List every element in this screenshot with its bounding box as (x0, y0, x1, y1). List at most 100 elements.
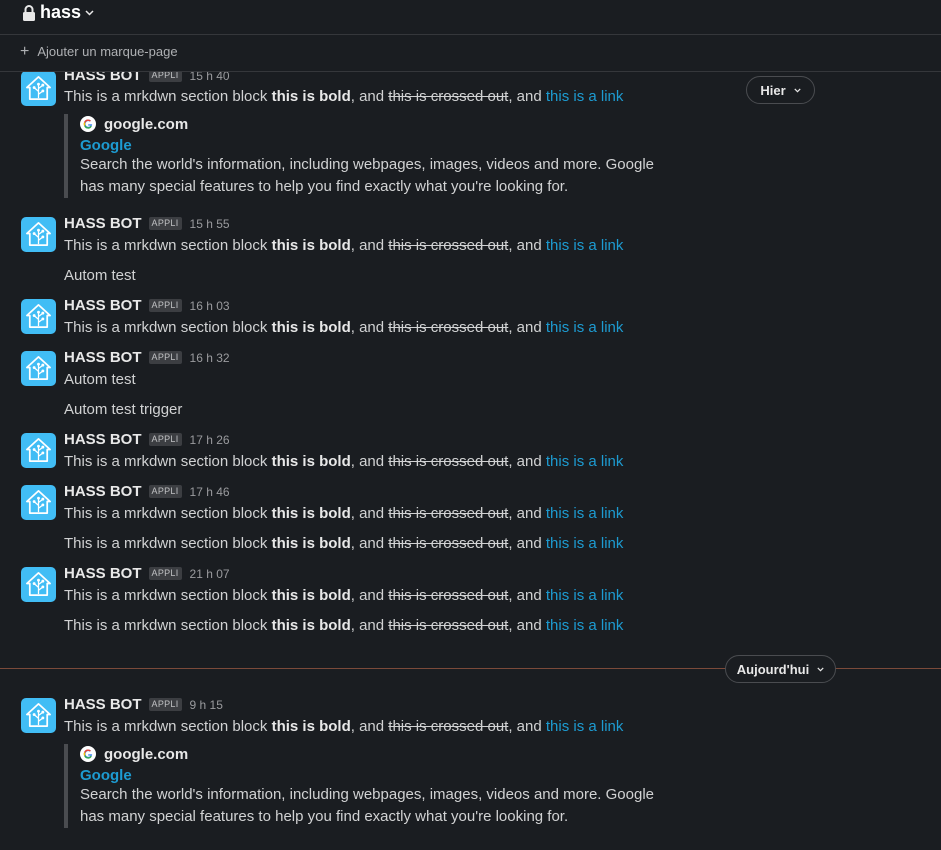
text-prefix: This is a mrkdwn section block (64, 587, 272, 604)
text-and: , and (508, 718, 546, 735)
unfurl-description: Search the world's information, includin… (80, 786, 655, 825)
unfurl-title-link[interactable]: Google (80, 137, 664, 154)
strikethrough-text: this is crossed out (388, 319, 509, 336)
strikethrough-text: this is crossed out (388, 535, 509, 552)
strikethrough-text: this is crossed out (388, 237, 509, 254)
message-link[interactable]: this is a link (546, 319, 624, 336)
unfurl-site-name: google.com (104, 115, 189, 133)
add-bookmark-button[interactable]: + Ajouter un marque-page (20, 44, 178, 60)
message-meta: HASS BOT APPLI 15 h 40 (64, 72, 230, 84)
chevron-down-icon (85, 9, 94, 16)
text-and: , and (350, 453, 389, 470)
link-unfurl: google.com Google Search the world's inf… (64, 114, 664, 198)
chevron-down-icon (817, 667, 824, 671)
message-link[interactable]: this is a link (546, 718, 624, 735)
avatar[interactable] (21, 72, 56, 106)
app-badge: APPLI (148, 433, 182, 446)
author-name[interactable]: HASS BOT (64, 431, 142, 448)
message-link[interactable]: this is a link (546, 88, 624, 105)
message-text: This is a mrkdwn section block this is b… (64, 237, 623, 254)
lock-icon (23, 4, 35, 21)
timestamp[interactable]: 16 h 32 (190, 351, 230, 365)
author-name[interactable]: HASS BOT (64, 696, 142, 713)
text-prefix: This is a mrkdwn section block (64, 617, 272, 634)
avatar[interactable] (21, 698, 56, 733)
message-link[interactable]: this is a link (546, 535, 624, 552)
timestamp[interactable]: 16 h 03 (190, 299, 230, 313)
author-name[interactable]: HASS BOT (64, 72, 142, 84)
message-link[interactable]: this is a link (546, 453, 624, 470)
channel-name-button[interactable]: hass (22, 2, 94, 23)
home-assistant-icon (26, 76, 51, 101)
strikethrough-text: this is crossed out (388, 587, 509, 604)
unfurl-description: Search the world's information, includin… (80, 156, 655, 195)
text-prefix: This is a mrkdwn section block (64, 535, 272, 552)
timestamp[interactable]: 15 h 40 (190, 72, 230, 83)
message-text: This is a mrkdwn section block this is b… (64, 453, 623, 470)
app-badge: APPLI (148, 567, 182, 580)
text-and: , and (350, 88, 389, 105)
strikethrough-text: this is crossed out (388, 88, 509, 105)
avatar[interactable] (21, 567, 56, 602)
text-and: , and (350, 237, 389, 254)
app-badge: APPLI (148, 485, 182, 498)
message-text: Autom test (64, 371, 136, 388)
message-text: This is a mrkdwn section block this is b… (64, 535, 623, 552)
message-link[interactable]: this is a link (546, 617, 624, 634)
avatar[interactable] (21, 299, 56, 334)
message-meta: HASS BOT APPLI 15 h 55 (64, 215, 230, 232)
text-and: , and (508, 453, 546, 470)
message-text: This is a mrkdwn section block this is b… (64, 319, 623, 336)
timestamp[interactable]: 21 h 07 (190, 567, 230, 581)
channel-title: hass (40, 2, 82, 22)
channel-header: hass (0, 0, 941, 35)
avatar[interactable] (21, 217, 56, 252)
text-and: , and (350, 319, 389, 336)
unfurl-site: google.com (80, 114, 664, 134)
unfurl-site-name: google.com (104, 745, 189, 763)
strikethrough-text: this is crossed out (388, 617, 509, 634)
text-prefix: This is a mrkdwn section block (64, 718, 272, 735)
message-meta: HASS BOT APPLI 17 h 46 (64, 483, 230, 500)
author-name[interactable]: HASS BOT (64, 215, 142, 232)
bold-text: this is bold (271, 505, 351, 522)
message-link[interactable]: this is a link (546, 505, 624, 522)
text-and: , and (508, 617, 546, 634)
text-prefix: This is a mrkdwn section block (64, 453, 272, 470)
author-name[interactable]: HASS BOT (64, 483, 142, 500)
app-badge: APPLI (148, 698, 182, 711)
text-and: , and (508, 237, 546, 254)
author-name[interactable]: HASS BOT (64, 297, 142, 314)
timestamp[interactable]: 9 h 15 (190, 698, 223, 712)
bold-text: this is bold (271, 587, 351, 604)
avatar[interactable] (21, 485, 56, 520)
message-text: This is a mrkdwn section block this is b… (64, 587, 623, 604)
avatar[interactable] (21, 433, 56, 468)
text-and: , and (508, 319, 546, 336)
avatar[interactable] (21, 351, 56, 386)
date-label: Hier (760, 82, 786, 98)
text-and: , and (350, 718, 389, 735)
bookmarks-bar: + Ajouter un marque-page (0, 36, 941, 72)
timestamp[interactable]: 15 h 55 (190, 217, 230, 231)
text-prefix: This is a mrkdwn section block (64, 88, 272, 105)
message-list[interactable]: HASS BOT APPLI 15 h 40 This is a mrkdwn … (0, 72, 941, 850)
message-link[interactable]: this is a link (546, 587, 624, 604)
date-jump-yesterday[interactable]: Hier (746, 76, 815, 104)
home-assistant-icon (26, 490, 51, 515)
message-text: Autom test (64, 267, 136, 284)
timestamp[interactable]: 17 h 46 (190, 485, 230, 499)
date-jump-today[interactable]: Aujourd'hui (725, 655, 836, 683)
author-name[interactable]: HASS BOT (64, 349, 142, 366)
unfurl-title-link[interactable]: Google (80, 767, 664, 784)
home-assistant-icon (26, 222, 51, 247)
message-meta: HASS BOT APPLI 9 h 15 (64, 696, 223, 713)
unfurl-site: google.com (80, 744, 664, 764)
author-name[interactable]: HASS BOT (64, 565, 142, 582)
message-text: Autom test trigger (64, 401, 183, 418)
text-and: , and (350, 587, 389, 604)
text-and: , and (508, 587, 546, 604)
message-link[interactable]: this is a link (546, 237, 624, 254)
app-badge: APPLI (148, 351, 182, 364)
timestamp[interactable]: 17 h 26 (190, 433, 230, 447)
